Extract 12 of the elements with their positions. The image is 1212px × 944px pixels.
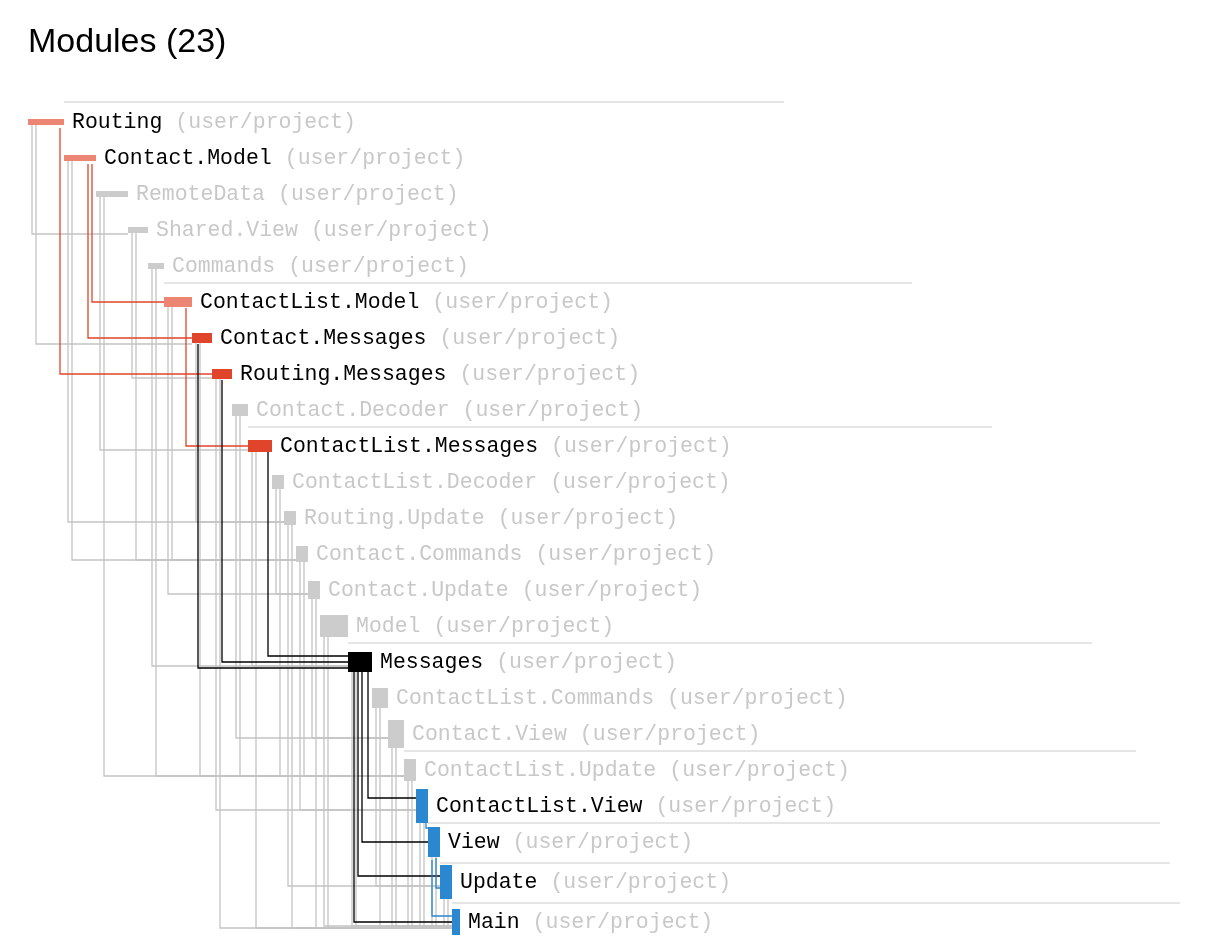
module-name: Messages — [380, 649, 484, 676]
module-name: ContactList.Messages — [280, 433, 539, 460]
module-name: Contact.Model — [104, 145, 272, 172]
page-title: Modules (23) — [28, 20, 227, 61]
module-name: Routing — [72, 109, 163, 136]
module-name: Main — [468, 909, 520, 936]
module-name: Contact.Messages — [220, 325, 427, 352]
module-name: View — [448, 829, 500, 856]
module-name: ContactList.View — [436, 793, 643, 820]
module-name: ContactList.Model — [200, 289, 420, 316]
module-name: Update — [460, 869, 538, 896]
module-name: Routing.Messages — [240, 361, 447, 388]
